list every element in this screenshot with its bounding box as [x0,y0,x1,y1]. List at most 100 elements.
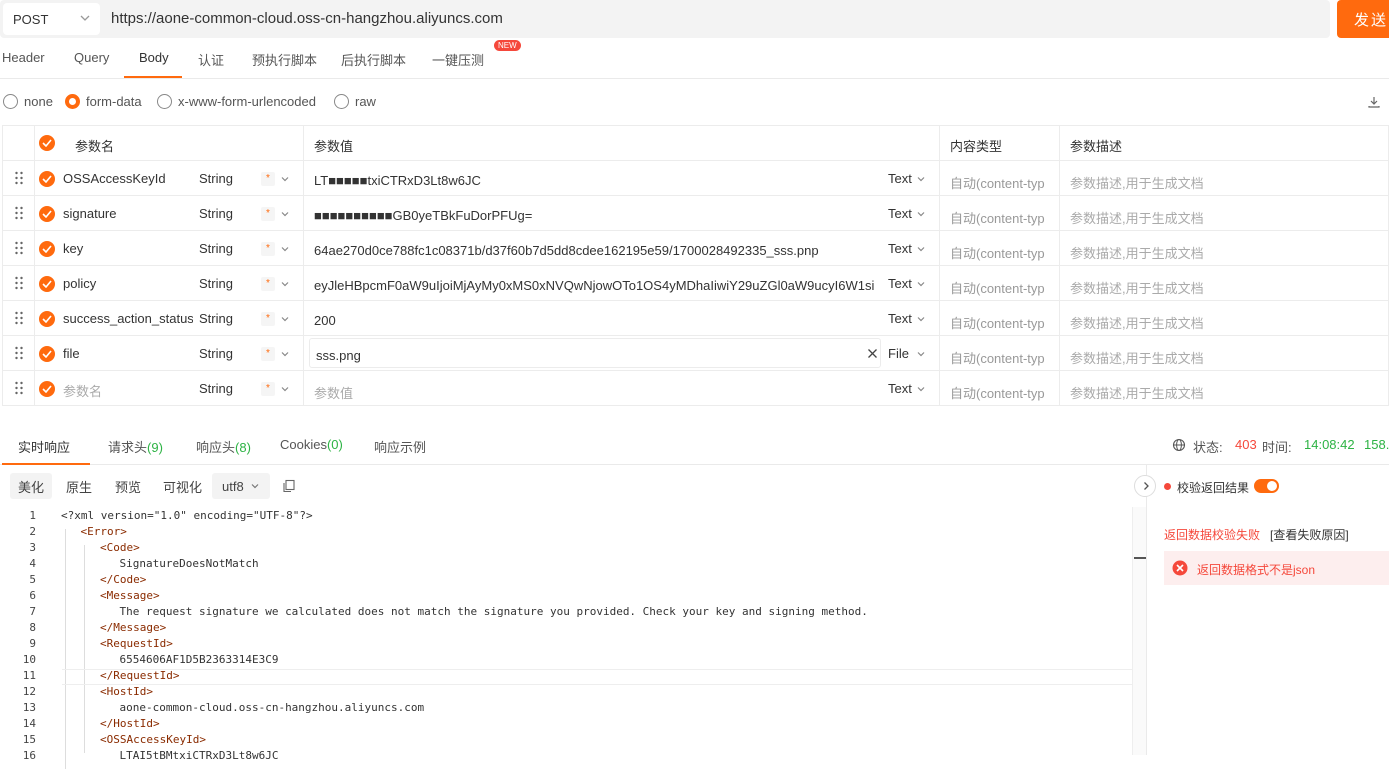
download-icon[interactable] [1367,95,1381,109]
drag-handle-icon[interactable] [14,241,24,255]
tab-header[interactable]: Header [2,50,45,65]
param-value-input[interactable]: 64ae270d0ce788fc1c08371b/d37f60b7d5dd8cd… [314,243,874,258]
param-desc-input[interactable]: 参数描述,用于生成文档 [1070,173,1204,192]
tab-auth[interactable]: 认证 [198,50,224,69]
copy-icon[interactable] [282,479,296,493]
param-type-select[interactable]: String [199,206,233,221]
drag-handle-icon[interactable] [14,171,24,185]
tab-response-example[interactable]: 响应示例 [374,437,426,456]
chevron-down-icon[interactable] [916,174,926,184]
chevron-down-icon[interactable] [280,174,290,184]
param-type-select[interactable]: String [199,171,233,186]
content-type-input[interactable]: 自动(content-typ [950,173,1050,192]
param-type-select[interactable]: String [199,346,233,361]
content-type-input[interactable]: 自动(content-typ [950,313,1050,332]
param-name-input[interactable]: policy [63,276,193,291]
content-type-input[interactable]: 自动(content-typ [950,208,1050,227]
chevron-down-icon[interactable] [916,384,926,394]
param-name-input[interactable]: OSSAccessKeyId [63,171,193,186]
tab-request-headers[interactable]: 请求头(9) [108,437,163,456]
param-value-input[interactable]: 200 [314,313,874,328]
tab-body[interactable]: Body [139,50,169,65]
view-fail-reason-link[interactable]: [查看失败原因] [1270,526,1349,543]
clear-file-icon[interactable] [867,348,878,359]
required-marker[interactable]: * [261,277,275,291]
value-type-select[interactable]: Text [888,311,912,326]
param-name-input[interactable]: file [63,346,193,361]
param-name-input[interactable]: 参数名 [63,381,193,400]
param-name-input[interactable]: signature [63,206,193,221]
param-desc-input[interactable]: 参数描述,用于生成文档 [1070,348,1204,367]
view-raw[interactable]: 原生 [66,473,92,499]
param-type-select[interactable]: String [199,276,233,291]
chevron-down-icon[interactable] [280,384,290,394]
param-desc-input[interactable]: 参数描述,用于生成文档 [1070,278,1204,297]
drag-handle-icon[interactable] [14,381,24,395]
view-visualize[interactable]: 可视化 [163,473,202,499]
tab-query[interactable]: Query [74,50,109,65]
param-desc-input[interactable]: 参数描述,用于生成文档 [1070,313,1204,332]
url-input[interactable]: https://aone-common-cloud.oss-cn-hangzho… [111,10,503,27]
chevron-down-icon[interactable] [916,314,926,324]
param-value-input[interactable]: 参数值 [314,383,874,402]
tab-cookies[interactable]: Cookies(0) [280,437,343,452]
param-value-input[interactable]: LT■■■■■txiCTRxD3Lt8w6JC [314,173,874,188]
body-type-form-data[interactable]: form-data [65,94,142,109]
row-checkbox[interactable] [39,381,55,397]
value-type-select[interactable]: Text [888,241,912,256]
validate-toggle[interactable] [1254,479,1279,493]
method-select[interactable]: POST [3,3,100,35]
drag-handle-icon[interactable] [14,311,24,325]
param-type-select[interactable]: String [199,381,233,396]
collapse-toggle[interactable] [1134,475,1156,497]
param-type-select[interactable]: String [199,241,233,256]
chevron-down-icon[interactable] [280,244,290,254]
required-marker[interactable]: * [261,207,275,221]
content-type-input[interactable]: 自动(content-typ [950,348,1050,367]
row-checkbox[interactable] [39,241,55,257]
param-desc-input[interactable]: 参数描述,用于生成文档 [1070,208,1204,227]
row-checkbox[interactable] [39,276,55,292]
tab-stress-test[interactable]: 一键压测 [432,50,484,69]
param-name-input[interactable]: key [63,241,193,256]
value-type-select[interactable]: Text [888,381,912,396]
response-code-editor[interactable]: 1 <?xml version="1.0" encoding="UTF-8"?> 2… [0,507,1146,769]
editor-scrollbar[interactable] [1132,507,1146,755]
chevron-down-icon[interactable] [280,314,290,324]
param-desc-input[interactable]: 参数描述,用于生成文档 [1070,383,1204,402]
chevron-down-icon[interactable] [280,279,290,289]
param-value-input[interactable]: eyJleHBpcmF0aW9uIjoiMjAyMy0xMS0xNVQwNjow… [314,278,874,293]
row-checkbox[interactable] [39,171,55,187]
chevron-down-icon[interactable] [280,349,290,359]
value-type-select[interactable]: File [888,346,909,361]
required-marker[interactable]: * [261,172,275,186]
chevron-down-icon[interactable] [916,209,926,219]
body-type-raw[interactable]: raw [334,94,376,109]
tab-pre-script[interactable]: 预执行脚本 [252,50,317,69]
body-type-urlencoded[interactable]: x-www-form-urlencoded [157,94,316,109]
drag-handle-icon[interactable] [14,346,24,360]
row-checkbox[interactable] [39,346,55,362]
view-preview[interactable]: 预览 [115,473,141,499]
row-checkbox[interactable] [39,311,55,327]
required-marker[interactable]: * [261,347,275,361]
param-name-input[interactable]: success_action_status [63,311,193,326]
tab-live-response[interactable]: 实时响应 [18,437,70,456]
chevron-down-icon[interactable] [280,209,290,219]
view-beautify[interactable]: 美化 [10,473,53,499]
required-marker[interactable]: * [261,382,275,396]
param-desc-input[interactable]: 参数描述,用于生成文档 [1070,243,1204,262]
content-type-input[interactable]: 自动(content-typ [950,278,1050,297]
param-value-input[interactable]: sss.png [316,348,876,363]
param-type-select[interactable]: String [199,311,233,326]
body-type-none[interactable]: none [3,94,53,109]
chevron-down-icon[interactable] [916,279,926,289]
required-marker[interactable]: * [261,312,275,326]
chevron-down-icon[interactable] [916,244,926,254]
param-value-input[interactable]: ■■■■■■■■■■GB0yeTBkFuDorPFUg= [314,208,874,223]
content-type-input[interactable]: 自动(content-typ [950,243,1050,262]
required-marker[interactable]: * [261,242,275,256]
value-type-select[interactable]: Text [888,171,912,186]
encoding-select[interactable]: utf8 [212,473,270,499]
tab-post-script[interactable]: 后执行脚本 [341,50,406,69]
